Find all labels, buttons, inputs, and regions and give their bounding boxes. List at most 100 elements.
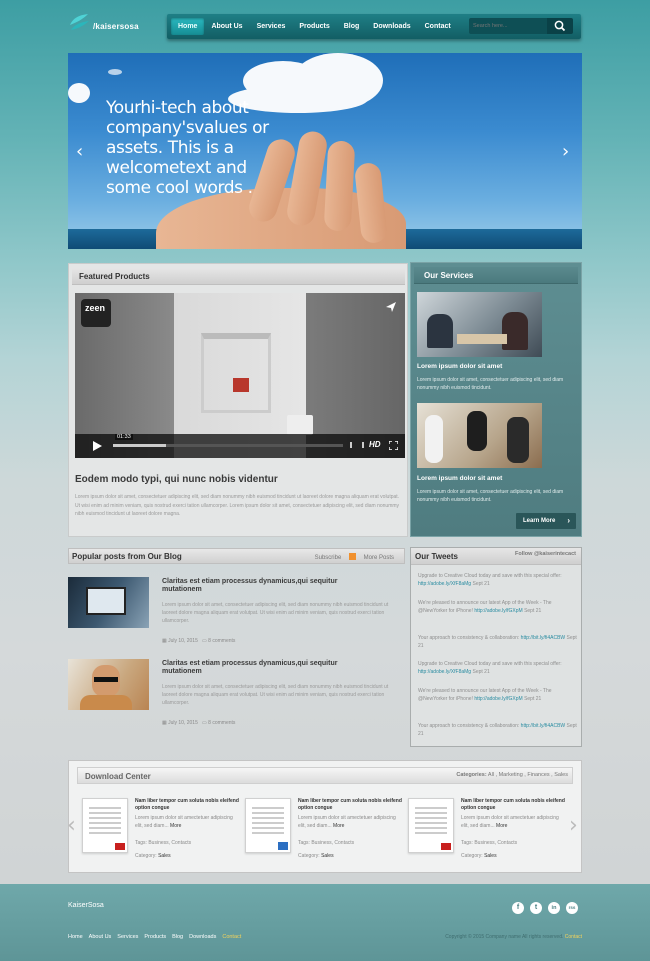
post-date: July 10, 2015 bbox=[168, 720, 198, 726]
post-meta: ▦ July 10, 2015 ▭ 8 comments bbox=[162, 720, 235, 726]
tweet-link[interactable]: http://adobe.ly/XfF8aMg bbox=[418, 669, 471, 675]
learn-more-button[interactable]: Learn More › bbox=[516, 513, 576, 529]
featured-text: Lorem ipsum dolor sit amet, consectetuer… bbox=[75, 494, 400, 517]
search-input[interactable] bbox=[469, 18, 547, 34]
nav-contact[interactable]: Contact bbox=[418, 18, 458, 35]
video-channel-badge[interactable]: zeen bbox=[81, 299, 111, 327]
post-comments[interactable]: 8 comments bbox=[208, 720, 235, 726]
linkedin-icon[interactable]: in bbox=[548, 902, 560, 914]
video-time: 01:33 bbox=[115, 434, 133, 440]
blog-title: Popular posts from Our Blog bbox=[72, 552, 182, 561]
video-progress-track[interactable] bbox=[113, 444, 343, 447]
pdf-document-icon[interactable] bbox=[82, 798, 128, 853]
pdf-document-icon[interactable] bbox=[408, 798, 454, 853]
search-icon bbox=[554, 20, 566, 32]
search-button[interactable] bbox=[547, 18, 573, 34]
hero-next-arrow[interactable]: › bbox=[562, 141, 569, 162]
services-panel: Our Services Lorem ipsum dolor sit amet … bbox=[410, 262, 582, 537]
tweet-date: Sept 21 bbox=[524, 608, 542, 614]
service-image-meeting[interactable] bbox=[417, 292, 542, 357]
blog-post: Claritas est etiam processus dynamicus,q… bbox=[68, 577, 405, 644]
footer-nav: Home About Us Services Products Blog Dow… bbox=[68, 934, 241, 940]
word-document-icon[interactable] bbox=[245, 798, 291, 853]
hero-prev-arrow[interactable]: ‹ bbox=[76, 141, 83, 162]
doc-tags: Tags: Business, Contacts bbox=[461, 840, 518, 846]
download-prev-arrow[interactable]: ‹ bbox=[67, 813, 76, 838]
fullscreen-icon[interactable] bbox=[389, 441, 398, 450]
nav-blog[interactable]: Blog bbox=[337, 18, 367, 35]
play-icon[interactable] bbox=[91, 440, 103, 452]
tweet-text: Upgrade to Creative Cloud today and save… bbox=[418, 661, 562, 667]
nav-home[interactable]: Home bbox=[171, 18, 205, 35]
post-comments[interactable]: 8 comments bbox=[208, 638, 235, 644]
post-title[interactable]: Claritas est etiam processus dynamicus,q… bbox=[162, 660, 342, 676]
pdf-badge bbox=[115, 843, 125, 850]
nav-products[interactable]: Products bbox=[292, 18, 336, 35]
doc-category-value[interactable]: Sales bbox=[321, 853, 334, 859]
doc-category-value[interactable]: Sales bbox=[484, 853, 497, 859]
site-logo[interactable]: /kaisersosa bbox=[68, 13, 139, 35]
tweet-text: Your approach to consistency & collabora… bbox=[418, 635, 520, 641]
footer-nav-home[interactable]: Home bbox=[68, 934, 83, 940]
tweet-link[interactable]: http://adobe.ly/XfF8aMg bbox=[418, 581, 471, 587]
doc-more-link[interactable]: More bbox=[170, 823, 181, 829]
post-title[interactable]: Claritas est etiam processus dynamicus,q… bbox=[162, 578, 342, 594]
footer-nav-services[interactable]: Services bbox=[117, 934, 138, 940]
video-progress-fill bbox=[113, 444, 166, 447]
footer-nav-downloads[interactable]: Downloads bbox=[189, 934, 216, 940]
service-text: Lorem ipsum dolor sit amet, consectetuer… bbox=[417, 489, 564, 503]
hero-slider: Yourhi-tech about company'svalues or ass… bbox=[68, 53, 582, 249]
copyright-link[interactable]: Contact bbox=[565, 934, 582, 940]
rss-icon[interactable] bbox=[348, 553, 356, 560]
doc-title[interactable]: Nam liber tempor cum soluta nobis eleife… bbox=[135, 798, 245, 811]
share-icon[interactable] bbox=[385, 301, 397, 313]
rss-icon[interactable]: rss bbox=[566, 902, 578, 914]
learn-more-label: Learn More bbox=[523, 518, 556, 524]
doc-category-label: Category: bbox=[135, 853, 157, 859]
person bbox=[425, 415, 443, 463]
footer-nav-contact[interactable]: Contact bbox=[222, 934, 241, 940]
categories-links[interactable]: All , Marketing , Finances , Sales bbox=[488, 772, 568, 778]
doc-title[interactable]: Nam liber tempor cum soluta nobis eleife… bbox=[461, 798, 571, 811]
service-image-handshake[interactable] bbox=[417, 403, 542, 468]
tweet-link[interactable]: http://bit.ly/fi4ACBW bbox=[521, 723, 565, 729]
footer-nav-blog[interactable]: Blog bbox=[172, 934, 183, 940]
download-next-arrow[interactable]: › bbox=[569, 813, 578, 838]
download-title: Download Center bbox=[85, 772, 151, 781]
tweet-date: Sept 21 bbox=[472, 669, 490, 675]
doc-text: Lorem ipsum dolor sit amectetuer adipisc… bbox=[461, 815, 559, 829]
site-footer: KaiserSosa f t in rss Home About Us Serv… bbox=[0, 884, 650, 961]
doc-category: Category: Sales bbox=[298, 853, 334, 859]
follow-link[interactable]: Follow @kaiserintecact bbox=[515, 551, 576, 557]
service-heading[interactable]: Lorem ipsum dolor sit amet bbox=[417, 363, 502, 370]
tweet: Upgrade to Creative Cloud today and save… bbox=[418, 572, 578, 588]
video-player[interactable]: zeen 01:33 HD bbox=[75, 293, 405, 458]
tweet: Your approach to consistency & collabora… bbox=[418, 722, 578, 738]
tweet-link[interactable]: http://adobe.ly/fGXpM bbox=[474, 696, 522, 702]
doc-category-value[interactable]: Sales bbox=[158, 853, 171, 859]
nav-services[interactable]: Services bbox=[250, 18, 293, 35]
word-badge bbox=[278, 842, 288, 850]
more-posts-link[interactable]: More Posts bbox=[364, 555, 394, 561]
tweet-link[interactable]: http://bit.ly/fi4ACBW bbox=[521, 635, 565, 641]
printer-frame bbox=[201, 333, 271, 413]
nav-downloads[interactable]: Downloads bbox=[366, 18, 417, 35]
facebook-icon[interactable]: f bbox=[512, 902, 524, 914]
hd-toggle[interactable]: HD bbox=[369, 440, 381, 449]
doc-more-link[interactable]: More bbox=[333, 823, 344, 829]
doc-title[interactable]: Nam liber tempor cum soluta nobis eleife… bbox=[298, 798, 408, 811]
doc-text: Lorem ipsum dolor sit amectetuer adipisc… bbox=[135, 815, 233, 829]
footer-nav-about-us[interactable]: About Us bbox=[89, 934, 112, 940]
download-item: Nam liber tempor cum soluta nobis eleife… bbox=[245, 798, 403, 873]
footer-nav-products[interactable]: Products bbox=[144, 934, 166, 940]
subscribe-link[interactable]: Subscribe bbox=[315, 555, 342, 561]
post-thumbnail[interactable] bbox=[68, 659, 149, 710]
volume-icon[interactable] bbox=[350, 442, 364, 448]
nav-about-us[interactable]: About Us bbox=[204, 18, 249, 35]
twitter-icon[interactable]: t bbox=[530, 902, 542, 914]
service-heading[interactable]: Lorem ipsum dolor sit amet bbox=[417, 475, 502, 482]
featured-title: Featured Products bbox=[72, 268, 405, 285]
post-thumbnail[interactable] bbox=[68, 577, 149, 628]
tweet-link[interactable]: http://adobe.ly/fGXpM bbox=[474, 608, 522, 614]
doc-more-link[interactable]: More bbox=[496, 823, 507, 829]
